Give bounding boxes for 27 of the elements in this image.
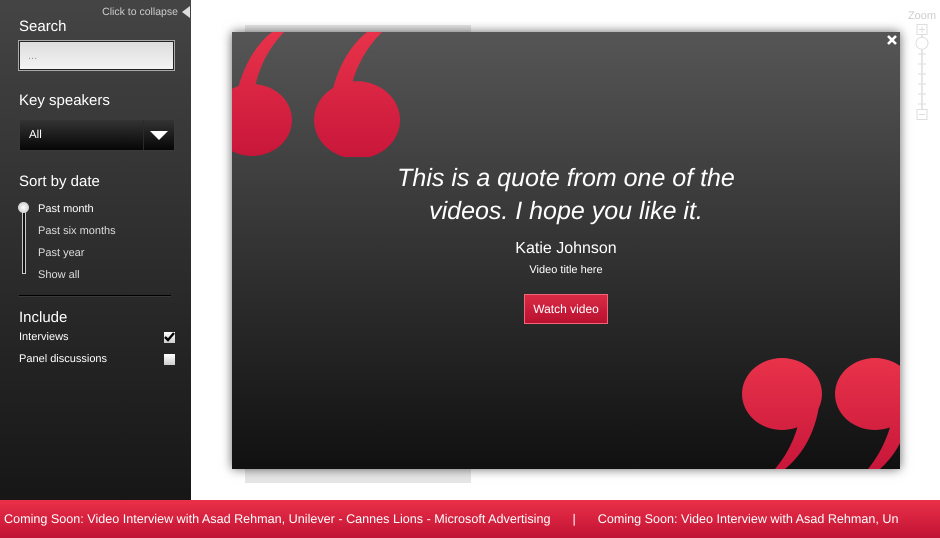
- include-option-label: Panel discussions: [19, 353, 108, 365]
- speaker-name: Katie Johnson: [515, 240, 617, 258]
- collapse-arrow-icon[interactable]: [182, 6, 190, 18]
- date-option[interactable]: Past year: [38, 247, 84, 259]
- include-label: Include: [19, 309, 68, 326]
- slider-thumb[interactable]: [18, 202, 29, 213]
- key-speakers-dropdown[interactable]: All: [19, 119, 175, 151]
- quote-text: This is a quote from one of the videos. I hope you like it.: [396, 163, 736, 227]
- ticker-text: Coming Soon: Video Interview with Asad Rehman, Un: [598, 512, 899, 526]
- search-field[interactable]: ...: [19, 41, 174, 70]
- video-title: Video title here: [529, 264, 603, 276]
- checkbox[interactable]: [164, 332, 175, 342]
- date-option[interactable]: Past month: [38, 203, 94, 215]
- checkbox[interactable]: [164, 354, 175, 364]
- watch-video-button[interactable]: Watch video: [524, 294, 608, 324]
- ticker-text: Coming Soon: Video Interview with Asad Rehman, Unilever - Cannes Lions - Microsoft Advertising: [4, 512, 550, 526]
- ticker-text: |: [572, 512, 576, 526]
- date-option[interactable]: Past six months: [38, 225, 116, 237]
- search-label: Search: [19, 18, 68, 35]
- zoom-slider[interactable]: [915, 24, 929, 120]
- include-option-label: Interviews: [19, 331, 69, 343]
- close-icon[interactable]: [887, 35, 897, 45]
- key-speakers-label: Key speakers: [19, 92, 111, 109]
- collapse-link[interactable]: Click to collapse: [102, 6, 178, 18]
- date-option[interactable]: Show all: [38, 269, 80, 281]
- sort-by-date-label: Sort by date: [19, 173, 101, 190]
- dropdown-caret-icon: [150, 130, 168, 140]
